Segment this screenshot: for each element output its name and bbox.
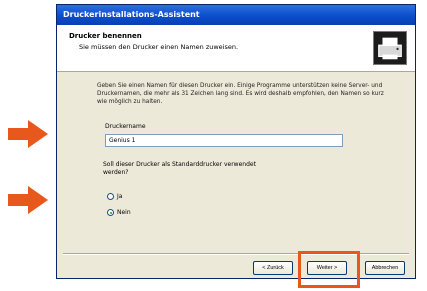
page-subtitle: Sie müssen den Drucker einen Namen zuwei… [79,43,239,51]
page-title: Drucker benennen [69,32,142,40]
radio-label-yes: Ja [117,193,123,200]
next-button-highlight [298,251,360,288]
wizard-content: Geben Sie einen Namen für diesen Drucker… [57,72,415,250]
printer-name-input[interactable]: Genius 1 [105,134,343,147]
radio-button-checked[interactable] [107,209,114,216]
radio-button[interactable] [107,193,114,200]
cancel-button[interactable]: Abbrechen [365,261,405,275]
wizard-header: Drucker benennen Sie müssen den Drucker … [57,25,415,72]
printer-wizard-icon [373,31,407,65]
default-printer-question: Soll dieser Drucker als Standarddrucker … [103,161,256,176]
description-text: Geben Sie einen Namen für diesen Drucker… [97,83,384,105]
arrow-right-icon [8,186,48,214]
radio-option-yes[interactable]: Ja [107,193,122,200]
arrow-right-icon [8,120,48,148]
printer-wizard-window: Druckerinstallations-Assistent Drucker b… [56,4,416,279]
window-title: Druckerinstallations-Assistent [57,5,415,25]
printer-name-label: Druckername [105,123,146,130]
radio-option-no[interactable]: Nein [107,209,131,216]
back-button[interactable]: < Zurück [253,261,293,275]
radio-label-no: Nein [117,209,131,216]
